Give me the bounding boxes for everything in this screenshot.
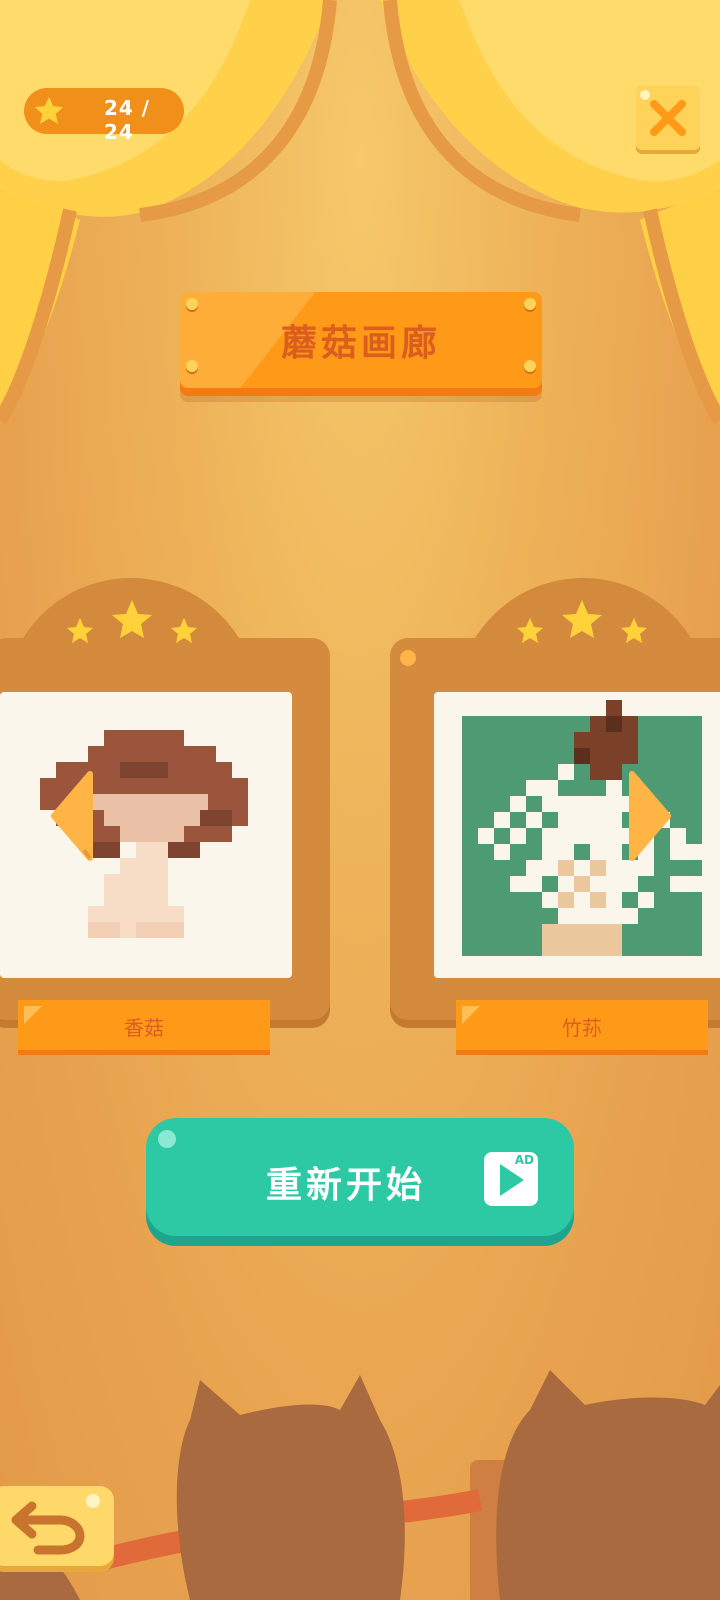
gallery-title-plaque: 蘑菇画廊 (180, 292, 542, 388)
star-icon (621, 618, 647, 643)
back-button[interactable] (0, 1486, 114, 1566)
bamboo-fungus-pixel-art (462, 700, 702, 956)
close-x-icon (650, 100, 686, 136)
painting-canvas (0, 692, 292, 978)
restart-label: 重新开始 (266, 1165, 427, 1206)
close-button[interactable] (636, 86, 700, 150)
star-icon (67, 618, 93, 643)
next-arrow-icon[interactable] (626, 770, 674, 862)
star-icon (517, 618, 543, 643)
star-icon (171, 618, 197, 643)
painting-name: 香菇 (124, 1016, 164, 1040)
restart-button[interactable]: 重新开始 AD (146, 1118, 574, 1236)
star-count-text: 24 / 24 (104, 96, 151, 144)
plaque-rivet (524, 298, 536, 310)
previous-arrow-icon[interactable] (48, 770, 96, 862)
video-ad-icon: AD (484, 1152, 538, 1206)
shiitake-pixel-art (40, 730, 248, 938)
painting-name: 竹荪 (562, 1016, 602, 1040)
rating-stars (67, 600, 197, 643)
game-stage: 24 / 24 蘑菇画廊 香菇 竹荪 重新开始 AD (0, 0, 720, 1600)
painting-name-plate: 香菇 (18, 1000, 270, 1050)
undo-arrow-icon (11, 1501, 85, 1555)
star-icon (562, 600, 602, 638)
painting-canvas (434, 692, 720, 978)
painting-name-plate: 竹荪 (456, 1000, 708, 1050)
star-icon (34, 96, 64, 124)
star-counter: 24 / 24 (24, 88, 184, 144)
plaque-rivet (186, 298, 198, 310)
highlight-dot (158, 1130, 176, 1148)
frame-dot (400, 650, 416, 666)
rating-stars (517, 600, 647, 643)
gallery-title: 蘑菇画廊 (280, 323, 441, 364)
ad-badge: AD (514, 1153, 534, 1167)
star-icon (112, 600, 152, 638)
highlight-dot (86, 1494, 100, 1508)
